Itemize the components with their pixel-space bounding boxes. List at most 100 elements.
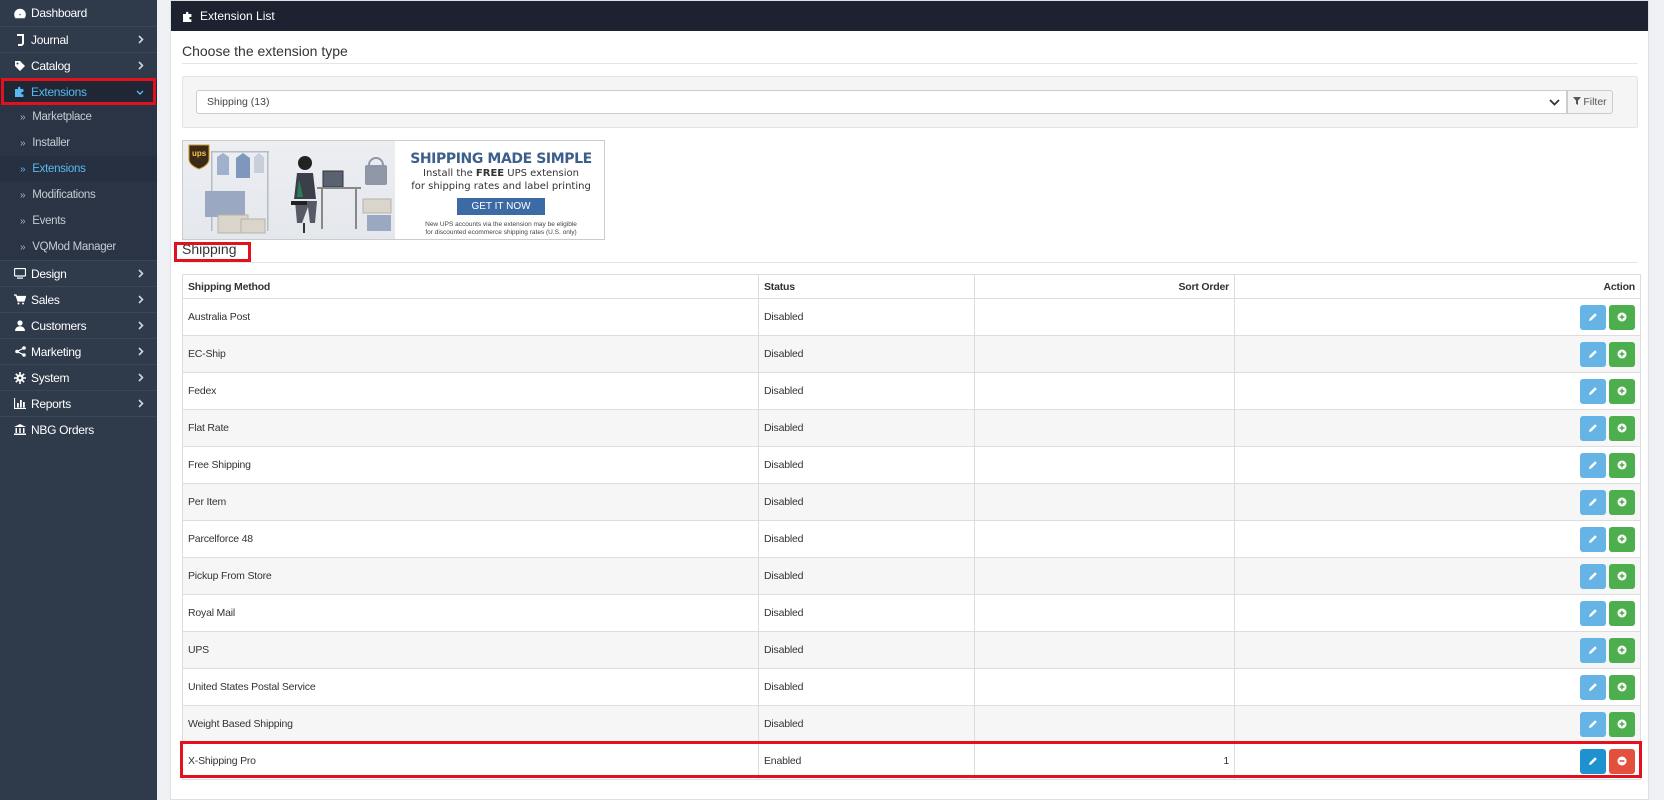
shipping-method-name: Flat Rate bbox=[182, 409, 759, 447]
install-button[interactable] bbox=[1609, 489, 1635, 515]
sidebar: Dashboard Journal Catalog Extensions » Market… bbox=[0, 0, 157, 800]
banner-illustration: ups bbox=[183, 141, 395, 239]
pencil-icon bbox=[1588, 756, 1598, 766]
install-button[interactable] bbox=[1609, 600, 1635, 626]
edit-button[interactable] bbox=[1580, 748, 1606, 774]
sidebar-item-dashboard[interactable]: Dashboard bbox=[0, 0, 157, 26]
sidebar-item-design[interactable]: Design bbox=[0, 260, 157, 286]
action-cell bbox=[1234, 446, 1641, 484]
plus-circle-icon bbox=[1617, 386, 1627, 396]
table-row: X-Shipping Pro Enabled 1 bbox=[182, 742, 1641, 780]
chevron-right-icon bbox=[138, 59, 144, 73]
submenu-item-label: Extensions bbox=[32, 163, 86, 175]
edit-button[interactable] bbox=[1580, 711, 1606, 737]
sidebar-item-label: Design bbox=[31, 266, 67, 281]
edit-button[interactable] bbox=[1580, 378, 1606, 404]
action-cell bbox=[1234, 409, 1641, 447]
banner-line-2: for shipping rates and label printing bbox=[411, 181, 591, 192]
submenu-item-vqmod-manager[interactable]: » VQMod Manager bbox=[0, 234, 157, 260]
submenu-item-installer[interactable]: » Installer bbox=[0, 130, 157, 156]
action-cell bbox=[1234, 520, 1641, 558]
sidebar-item-reports[interactable]: Reports bbox=[0, 390, 157, 416]
status-cell: Disabled bbox=[758, 483, 975, 521]
pencil-icon bbox=[1588, 534, 1598, 544]
install-button[interactable] bbox=[1609, 711, 1635, 737]
install-button[interactable] bbox=[1609, 341, 1635, 367]
edit-button[interactable] bbox=[1580, 452, 1606, 478]
status-cell: Disabled bbox=[758, 668, 975, 706]
pencil-icon bbox=[1588, 460, 1598, 470]
install-button[interactable] bbox=[1609, 452, 1635, 478]
shipping-method-name: Royal Mail bbox=[182, 594, 759, 632]
status-cell: Disabled bbox=[758, 557, 975, 595]
cog-icon bbox=[13, 371, 27, 384]
sidebar-item-customers[interactable]: Customers bbox=[0, 312, 157, 338]
chevron-right-icon bbox=[138, 319, 144, 333]
install-button[interactable] bbox=[1609, 563, 1635, 589]
extension-list-panel: Extension List Choose the extension type… bbox=[170, 0, 1649, 800]
edit-button[interactable] bbox=[1580, 304, 1606, 330]
sidebar-item-label: Journal bbox=[31, 32, 69, 47]
status-cell: Disabled bbox=[758, 594, 975, 632]
status-cell: Disabled bbox=[758, 298, 975, 336]
action-cell bbox=[1234, 705, 1641, 743]
sidebar-item-journal[interactable]: Journal bbox=[0, 26, 157, 52]
double-angle-right-icon: » bbox=[20, 137, 26, 149]
sidebar-item-nbg-orders[interactable]: NBG Orders bbox=[0, 416, 157, 442]
sidebar-item-label: Catalog bbox=[31, 58, 71, 73]
dashboard-icon bbox=[13, 8, 27, 19]
sidebar-item-label: Customers bbox=[31, 318, 87, 333]
submenu-item-modifications[interactable]: » Modifications bbox=[0, 182, 157, 208]
sidebar-item-system[interactable]: System bbox=[0, 364, 157, 390]
ups-promo-banner[interactable]: ups SHIPPING MADE SIMPLE Install the FRE… bbox=[182, 140, 605, 240]
edit-button[interactable] bbox=[1580, 526, 1606, 552]
journal-icon bbox=[13, 33, 27, 46]
submenu-item-marketplace[interactable]: » Marketplace bbox=[0, 104, 157, 130]
sidebar-item-extensions[interactable]: Extensions bbox=[0, 78, 157, 104]
submenu-item-events[interactable]: » Events bbox=[0, 208, 157, 234]
chevron-right-icon bbox=[138, 345, 144, 359]
edit-button[interactable] bbox=[1580, 637, 1606, 663]
shipping-method-name: Fedex bbox=[182, 372, 759, 410]
edit-button[interactable] bbox=[1580, 489, 1606, 515]
shipping-method-name: X-Shipping Pro bbox=[182, 742, 759, 780]
install-button[interactable] bbox=[1609, 378, 1635, 404]
double-angle-right-icon: » bbox=[20, 215, 26, 227]
uninstall-button[interactable] bbox=[1609, 748, 1635, 774]
edit-button[interactable] bbox=[1580, 674, 1606, 700]
column-header-status: Status bbox=[758, 274, 975, 299]
chevron-right-icon bbox=[138, 371, 144, 385]
edit-button[interactable] bbox=[1580, 563, 1606, 589]
table-row: EC-Ship Disabled bbox=[182, 335, 1641, 373]
sort-order-cell bbox=[974, 520, 1235, 558]
sidebar-item-sales[interactable]: Sales bbox=[0, 286, 157, 312]
divider bbox=[182, 262, 1638, 263]
install-button[interactable] bbox=[1609, 637, 1635, 663]
edit-button[interactable] bbox=[1580, 341, 1606, 367]
submenu-item-extensions[interactable]: » Extensions bbox=[0, 156, 157, 182]
shipping-heading: Shipping bbox=[182, 241, 237, 257]
install-button[interactable] bbox=[1609, 304, 1635, 330]
filter-button[interactable]: Filter bbox=[1567, 90, 1613, 114]
extension-type-select[interactable]: Shipping (13) bbox=[196, 90, 1567, 114]
submenu-item-label: Modifications bbox=[32, 189, 96, 201]
install-button[interactable] bbox=[1609, 415, 1635, 441]
sort-order-cell bbox=[974, 483, 1235, 521]
install-button[interactable] bbox=[1609, 674, 1635, 700]
pencil-icon bbox=[1588, 571, 1598, 581]
get-it-now-button[interactable]: GET IT NOW bbox=[457, 198, 545, 215]
shipping-method-name: Weight Based Shipping bbox=[182, 705, 759, 743]
tags-icon bbox=[13, 60, 27, 72]
install-button[interactable] bbox=[1609, 526, 1635, 552]
sort-order-cell bbox=[974, 557, 1235, 595]
sidebar-item-catalog[interactable]: Catalog bbox=[0, 52, 157, 78]
status-cell: Disabled bbox=[758, 705, 975, 743]
table-row: Per Item Disabled bbox=[182, 483, 1641, 521]
edit-button[interactable] bbox=[1580, 600, 1606, 626]
sort-order-cell bbox=[974, 446, 1235, 484]
edit-button[interactable] bbox=[1580, 415, 1606, 441]
sidebar-item-label: Reports bbox=[31, 396, 71, 411]
sort-order-cell bbox=[974, 335, 1235, 373]
sidebar-item-marketing[interactable]: Marketing bbox=[0, 338, 157, 364]
action-cell bbox=[1234, 631, 1641, 669]
